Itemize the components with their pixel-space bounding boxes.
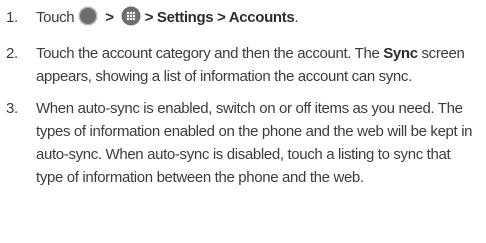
all-apps-icon	[121, 6, 141, 33]
step-text: When auto-sync is enabled, switch on or …	[36, 100, 473, 186]
step-text: Touch the account category and then the …	[36, 42, 480, 88]
sync-screen-name: Sync	[383, 45, 418, 62]
path-separator: >	[105, 9, 114, 26]
list-item: 3. When auto-sync is enabled, switch on …	[6, 97, 480, 189]
list-item: 2. Touch the account category and then t…	[6, 42, 480, 88]
step-text: Touch > > Settings > Accounts.	[36, 6, 480, 33]
instruction-list: 1. Touch > > Settings > Accounts. 2. Touch…	[0, 0, 486, 243]
list-item: 1. Touch > > Settings > Accounts.	[6, 6, 480, 33]
home-button-icon	[78, 6, 98, 33]
step-number: 1.	[6, 9, 18, 26]
step-text-before: Touch the account category and then the …	[36, 45, 384, 62]
step-touch-word: Touch	[36, 9, 75, 26]
step-number: 2.	[6, 45, 18, 62]
step-number: 3.	[6, 100, 18, 117]
settings-path: > Settings > Accounts	[144, 9, 295, 26]
step-period: .	[294, 9, 299, 26]
